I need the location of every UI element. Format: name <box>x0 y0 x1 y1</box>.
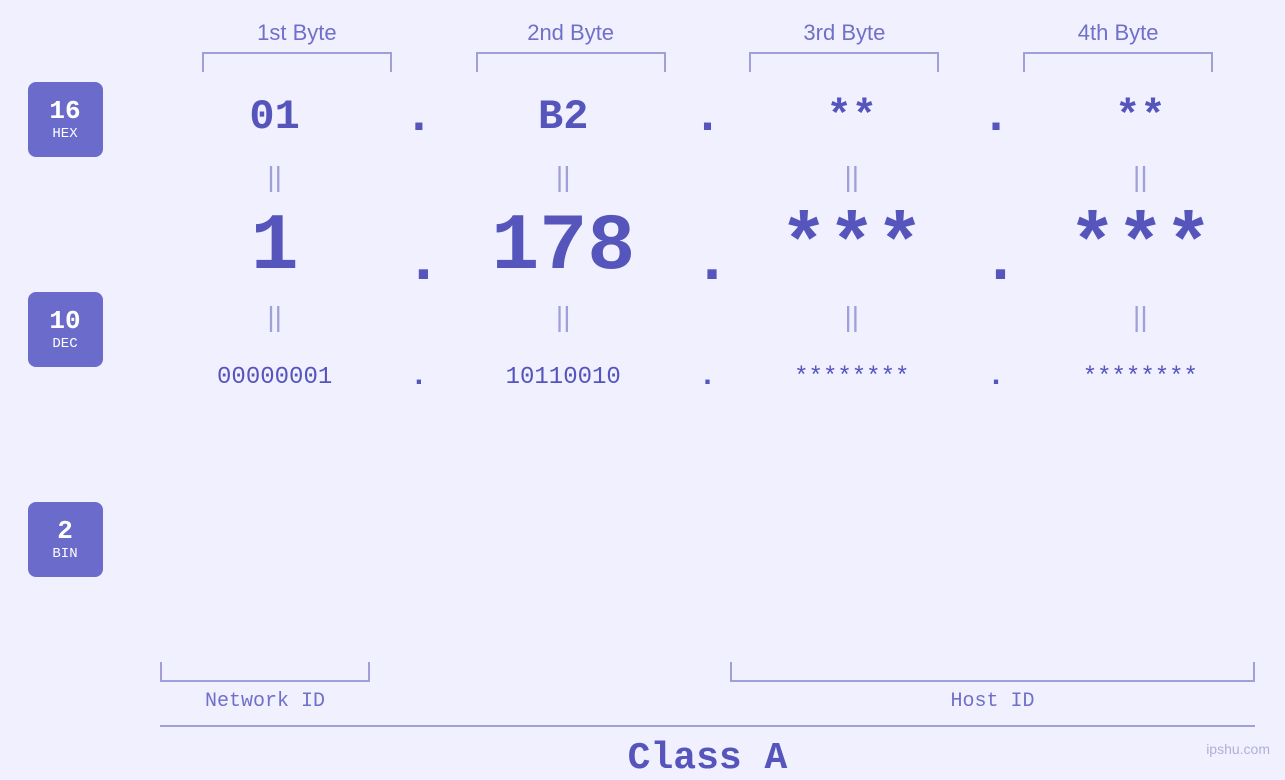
equals-row-2: || || || || <box>130 297 1285 337</box>
bin-row: 00000001 . 10110010 . ******** . *******… <box>130 337 1285 417</box>
byte-headers: 1st Byte 2nd Byte 3rd Byte 4th Byte <box>130 20 1285 46</box>
hex-b3: ** <box>752 93 952 141</box>
byte1-header: 1st Byte <box>187 20 407 46</box>
eq1-b2: || <box>463 161 663 193</box>
labels-column: 16 HEX 10 DEC 2 BIN <box>0 77 130 657</box>
bin-b3: ******** <box>752 364 952 391</box>
hex-badge: 16 HEX <box>28 82 103 157</box>
dec-badge: 10 DEC <box>28 292 103 367</box>
main-wrapper: 1st Byte 2nd Byte 3rd Byte 4th Byte 16 H… <box>0 0 1285 767</box>
eq1-b4: || <box>1040 161 1240 193</box>
host-bracket <box>730 662 1255 682</box>
dec-b3: *** <box>752 202 952 293</box>
bin-base: BIN <box>52 546 77 562</box>
dec-dot3: . <box>981 225 1011 299</box>
bin-b2: 10110010 <box>463 364 663 391</box>
bin-dot2: . <box>692 360 722 394</box>
eq2-b1: || <box>175 301 375 333</box>
hex-dot3: . <box>981 89 1011 146</box>
class-bar-area: Class A <box>0 725 1285 780</box>
byte4-header: 4th Byte <box>1008 20 1228 46</box>
watermark: ipshu.com <box>1206 741 1270 757</box>
hex-row: 01 . B2 . ** . ** <box>130 77 1285 157</box>
hex-b4: ** <box>1040 93 1240 141</box>
hex-b1: 01 <box>175 93 375 141</box>
top-brackets <box>0 52 1285 72</box>
eq1-b3: || <box>752 161 952 193</box>
dec-dot1: . <box>404 225 434 299</box>
dec-num: 10 <box>49 307 80 336</box>
bin-num: 2 <box>57 517 73 546</box>
bottom-labels-row: Network ID Host ID <box>160 690 1255 713</box>
dec-row: 1 . 178 . *** . *** <box>130 197 1285 297</box>
byte3-header: 3rd Byte <box>734 20 954 46</box>
dec-b4: *** <box>1040 202 1240 293</box>
bottom-bracket-lines <box>160 662 1255 682</box>
host-id-label: Host ID <box>730 690 1255 713</box>
hex-b2: B2 <box>463 93 663 141</box>
hex-dot1: . <box>404 89 434 146</box>
class-bar-inner: Class A <box>130 725 1285 780</box>
bracket-byte4 <box>1023 52 1213 72</box>
byte-headers-row: 1st Byte 2nd Byte 3rd Byte 4th Byte <box>0 20 1285 46</box>
bin-b4: ******** <box>1040 364 1240 391</box>
class-bar-line <box>160 725 1255 727</box>
data-columns: 01 . B2 . ** . ** || || || || 1 . <box>130 77 1285 657</box>
hex-dot2: . <box>692 89 722 146</box>
bracket-byte3 <box>749 52 939 72</box>
bin-dot3: . <box>981 360 1011 394</box>
class-a-label: Class A <box>160 737 1255 780</box>
network-bracket <box>160 662 370 682</box>
dec-b1: 1 <box>175 202 375 293</box>
eq1-b1: || <box>175 161 375 193</box>
byte2-header: 2nd Byte <box>461 20 681 46</box>
eq2-b3: || <box>752 301 952 333</box>
bottom-brackets-labels: Network ID Host ID <box>130 662 1285 713</box>
bin-dot1: . <box>404 360 434 394</box>
bin-b1: 00000001 <box>175 364 375 391</box>
bottom-area: Network ID Host ID <box>0 662 1285 713</box>
hex-base: HEX <box>52 126 77 142</box>
bracket-row <box>130 52 1285 72</box>
network-id-label: Network ID <box>160 690 370 713</box>
bin-badge: 2 BIN <box>28 502 103 577</box>
hex-num: 16 <box>49 97 80 126</box>
bracket-byte2 <box>476 52 666 72</box>
bracket-byte1 <box>202 52 392 72</box>
rows-area: 16 HEX 10 DEC 2 BIN 01 . B2 . ** <box>0 77 1285 657</box>
eq2-b2: || <box>463 301 663 333</box>
eq2-b4: || <box>1040 301 1240 333</box>
dec-b2: 178 <box>463 202 663 293</box>
equals-row-1: || || || || <box>130 157 1285 197</box>
dec-dot2: . <box>692 225 722 299</box>
dec-base: DEC <box>52 336 77 352</box>
